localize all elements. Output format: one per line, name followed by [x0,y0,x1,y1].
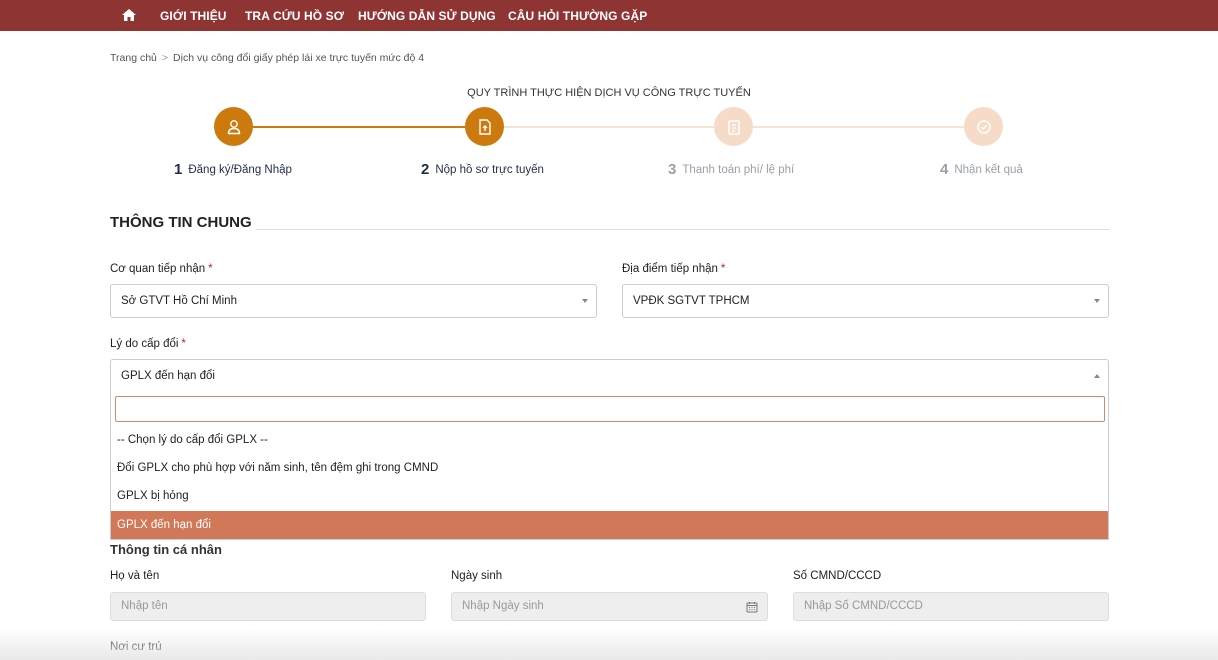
step-4-text: Nhận kết quả [954,164,1023,176]
reason-label: Lý do cấp đổi * [110,338,186,350]
agency-label-text: Cơ quan tiếp nhận [110,263,206,275]
reason-option[interactable]: GPLX bị hỏng [111,482,1108,510]
step-3-circle [714,107,753,146]
required-marker: * [720,263,726,275]
reason-option[interactable]: Đổi GPLX cho phù hợp với năm sinh, tên đ… [111,454,1108,482]
step-2-text: Nộp hồ sơ trực tuyến [435,164,544,176]
check-circle-icon [976,119,991,134]
nav-item-huong-dan-su-dung[interactable]: HƯỚNG DẪN SỬ DỤNG [358,9,496,23]
reason-search-input[interactable] [115,396,1105,422]
step-4-label: 4 Nhận kết quả [940,161,1023,178]
dob-placeholder: Nhập Ngày sinh [462,600,544,612]
breadcrumb: Trang chủ > Dịch vụ công đổi giấy phép lái… [110,52,424,64]
chevron-down-icon [1094,299,1100,303]
step-3-label: 3 Thanh toán phí/ lệ phí [668,161,794,178]
id-number-input[interactable]: Nhập Số CMND/CCCD [793,592,1109,621]
residence-label: Nơi cư trú [110,641,162,653]
step-1-text: Đăng ký/Đăng Nhập [188,164,292,176]
name-label: Họ và tên [110,570,160,582]
name-input[interactable]: Nhập tên [110,592,426,621]
chevron-up-icon [1094,374,1100,378]
location-label: Địa điểm tiếp nhận * [622,263,725,275]
agency-select-value: Sở GTVT Hồ Chí Minh [121,295,237,307]
location-select-value: VPĐK SGTVT TPHCM [633,295,750,307]
breadcrumb-home-link[interactable]: Trang chủ [110,52,157,64]
document-upload-icon [478,118,491,135]
step-3-number: 3 [668,161,677,178]
breadcrumb-current: Dịch vụ công đổi giấy phép lái xe trực t… [173,52,425,64]
step-1-circle [214,107,253,146]
nav-item-tra-cuu-ho-so[interactable]: TRA CỨU HỒ SƠ [245,9,344,23]
step-2-circle [465,107,504,146]
reason-dropdown: -- Chọn lý do cấp đổi GPLX -- Đổi GPLX c… [110,391,1109,540]
calendar-icon[interactable] [746,601,758,613]
location-label-text: Địa điểm tiếp nhận [622,263,718,275]
reason-option-selected[interactable]: GPLX đến hạn đổi [111,511,1108,539]
step-2-number: 2 [421,161,430,178]
agency-label: Cơ quan tiếp nhận * [110,263,213,275]
reason-option[interactable]: -- Chọn lý do cấp đổi GPLX -- [111,426,1108,454]
step-connector-2 [504,126,714,128]
chevron-down-icon [582,299,588,303]
clipboard-icon [727,119,740,135]
step-1-label: 1 Đăng ký/Đăng Nhập [174,161,292,178]
dob-input[interactable]: Nhập Ngày sinh [451,592,768,621]
step-4-number: 4 [940,161,949,178]
step-3-text: Thanh toán phí/ lệ phí [682,164,795,176]
breadcrumb-separator: > [161,52,169,64]
bottom-fade [0,628,1218,660]
location-select[interactable]: VPĐK SGTVT TPHCM [622,284,1109,318]
dob-label: Ngày sinh [451,570,503,582]
home-icon[interactable] [121,8,137,22]
top-nav: GIỚI THIỆU TRA CỨU HỒ SƠ HƯỚNG DẪN SỬ DỤ… [0,0,1218,31]
reason-label-text: Lý do cấp đổi [110,338,179,350]
nav-item-cau-hoi-thuong-gap[interactable]: CÂU HỎI THƯỜNG GẶP [508,9,647,23]
reason-select[interactable]: GPLX đến hạn đổi [110,359,1109,393]
agency-select[interactable]: Sở GTVT Hồ Chí Minh [110,284,597,318]
required-marker: * [208,263,213,275]
required-marker: * [181,338,186,350]
section-divider [256,229,1109,230]
reason-select-value: GPLX đến hạn đổi [121,370,215,382]
personal-info-heading: Thông tin cá nhân [110,542,222,557]
step-4-circle [964,107,1003,146]
step-1-number: 1 [174,161,183,178]
step-connector-1 [253,126,465,128]
step-connector-3 [753,126,964,128]
user-icon [227,119,240,134]
id-number-label: Số CMND/CCCD [793,570,882,582]
nav-item-gioi-thieu[interactable]: GIỚI THIỆU [160,9,227,23]
section-title-general: THÔNG TIN CHUNG [110,214,252,231]
step-2-label: 2 Nộp hồ sơ trực tuyến [421,161,544,178]
process-title: QUY TRÌNH THỰC HIỆN DỊCH VỤ CÔNG TRỰC TU… [467,87,751,99]
